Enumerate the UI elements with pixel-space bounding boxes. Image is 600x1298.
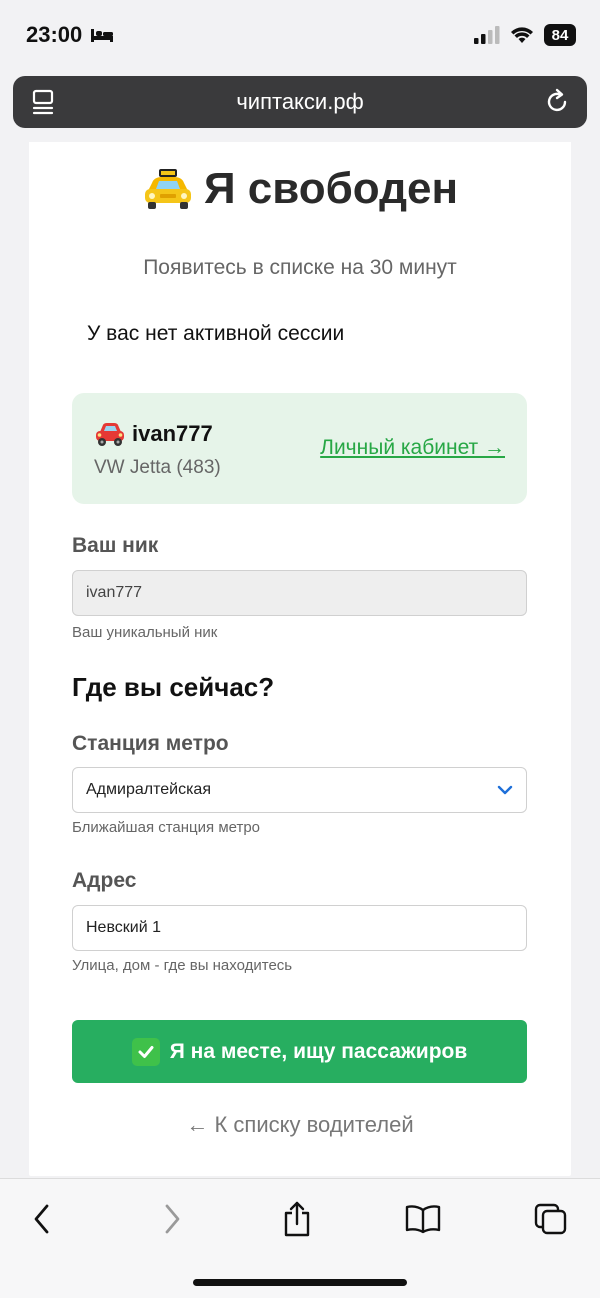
battery-indicator: 84 [544, 24, 576, 46]
location-title: Где вы сейчас? [72, 672, 275, 702]
clock-text: 23:00 [26, 22, 83, 47]
status-icons: 84 [474, 24, 576, 46]
car-icon [96, 423, 124, 446]
taxi-icon [144, 169, 191, 209]
back-to-drivers-link[interactable]: ← К списку водителей [29, 1112, 571, 1138]
check-mark-icon [131, 1037, 160, 1066]
submit-button[interactable]: Я на месте, ищу пассажиров [72, 1020, 527, 1083]
metro-select-value: Адмиралтейская [86, 781, 211, 798]
nick-field[interactable]: ivan777 [72, 570, 527, 616]
forward-button[interactable] [152, 1199, 192, 1239]
bed-icon [91, 29, 114, 42]
session-status: У вас нет активной сессии [87, 322, 345, 345]
tabs-icon [534, 1203, 567, 1235]
share-icon [284, 1201, 310, 1237]
driver-card: ivan777 VW Jetta (483) Личный кабинет → [72, 393, 527, 504]
driver-nick: ivan777 [132, 421, 213, 446]
address-bar[interactable]: чиптакси.рф [13, 76, 587, 128]
metro-label: Станция метро [72, 732, 229, 755]
metro-select[interactable]: Адмиралтейская [72, 767, 527, 813]
nick-label: Ваш ник [72, 534, 159, 557]
metro-hint: Ближайшая станция метро [72, 819, 261, 836]
page-title-text: Я свободен [203, 164, 459, 213]
status-time: 23:00 [26, 22, 114, 48]
wifi-icon [511, 27, 533, 43]
book-icon [405, 1205, 441, 1234]
home-indicator[interactable] [193, 1279, 407, 1286]
tabs-button[interactable] [531, 1199, 571, 1239]
driver-name: ivan777 [94, 421, 213, 447]
browser-toolbar [0, 1178, 600, 1298]
address-label: Адрес [72, 869, 137, 892]
status-bar: 23:00 84 [0, 0, 600, 72]
page-subtitle: Появитесь в списке на 30 минут [143, 256, 457, 279]
address-hint: Улица, дом - где вы находитесь [72, 957, 293, 974]
address-input[interactable]: Невский 1 [72, 905, 527, 951]
driver-car: VW Jetta (483) [94, 457, 221, 478]
url-text[interactable]: чиптакси.рф [13, 89, 587, 115]
reload-icon[interactable] [545, 88, 571, 116]
submit-button-label: Я на месте, ищу пассажиров [169, 1039, 468, 1063]
page-content: Я свободен Появитесь в списке на 30 мину… [29, 142, 571, 1176]
share-button[interactable] [277, 1199, 317, 1239]
chevron-left-icon [34, 1204, 49, 1234]
bookmarks-button[interactable] [403, 1199, 443, 1239]
cellular-signal-icon [474, 26, 500, 44]
nick-hint: Ваш уникальный ник [72, 624, 218, 641]
back-button[interactable] [22, 1199, 62, 1239]
page-title: Я свободен [29, 164, 571, 214]
chevron-right-icon [165, 1204, 180, 1234]
chevron-down-icon [497, 785, 513, 795]
cabinet-link[interactable]: Личный кабинет → [320, 436, 505, 460]
